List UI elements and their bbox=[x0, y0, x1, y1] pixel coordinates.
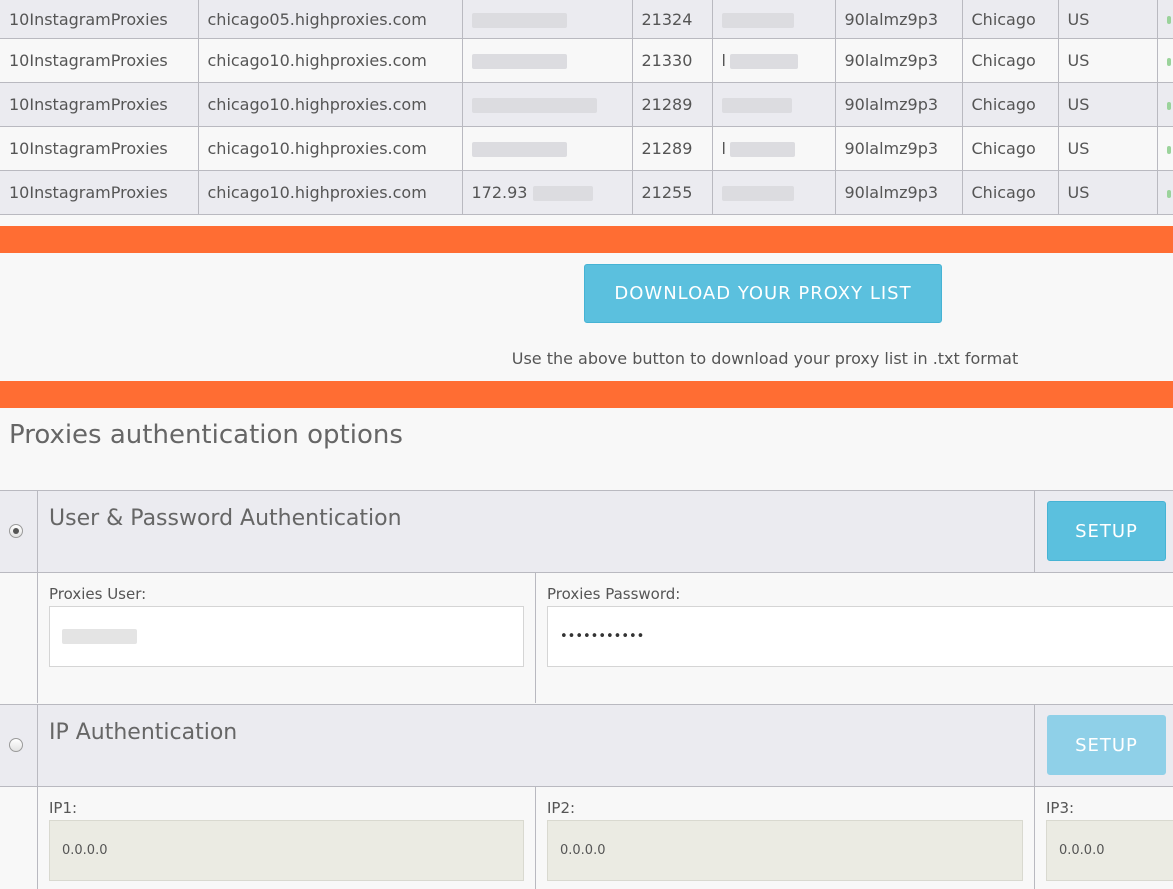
package-cell: 10InstagramProxies bbox=[0, 0, 199, 39]
host-cell: chicago10.highproxies.com bbox=[197, 38, 463, 83]
city-cell: Chicago bbox=[961, 0, 1059, 39]
proxies-user-input[interactable] bbox=[49, 606, 524, 667]
status-indicator-icon bbox=[1166, 189, 1171, 198]
redacted-user bbox=[729, 54, 798, 69]
status-cell bbox=[1156, 0, 1173, 39]
status-indicator-icon bbox=[1166, 57, 1171, 66]
password-mask: ••••••••••• bbox=[560, 629, 645, 644]
country-cell: US bbox=[1057, 0, 1158, 39]
city-cell: Chicago bbox=[961, 126, 1059, 171]
orange-divider bbox=[0, 381, 1173, 408]
password-cell: 90lalmz9p3 bbox=[834, 170, 963, 215]
ip1-input[interactable]: 0.0.0.0 bbox=[49, 820, 524, 881]
redacted-user bbox=[721, 98, 792, 113]
package-cell: 10InstagramProxies bbox=[0, 126, 199, 171]
orange-divider bbox=[0, 226, 1173, 253]
ip-cell bbox=[461, 0, 633, 39]
port-cell: 21255 bbox=[631, 170, 713, 215]
status-cell bbox=[1156, 126, 1173, 171]
table-row: 10InstagramProxies chicago10.highproxies… bbox=[0, 170, 1173, 215]
package-cell: 10InstagramProxies bbox=[0, 170, 199, 215]
user-cell: l bbox=[711, 38, 836, 83]
port-cell: 21330 bbox=[631, 38, 713, 83]
table-row: 10InstagramProxies chicago10.highproxies… bbox=[0, 82, 1173, 127]
status-indicator-icon bbox=[1166, 145, 1171, 154]
country-cell: US bbox=[1057, 126, 1158, 171]
city-cell: Chicago bbox=[961, 38, 1059, 83]
redacted-ip bbox=[471, 98, 597, 113]
table-row: 10InstagramProxies chicago05.highproxies… bbox=[0, 0, 1173, 39]
country-cell: US bbox=[1057, 170, 1158, 215]
port-cell: 21289 bbox=[631, 126, 713, 171]
redacted-user bbox=[721, 186, 794, 201]
auth-options-title: Proxies authentication options bbox=[9, 420, 403, 450]
user-pass-radio[interactable] bbox=[9, 524, 23, 538]
country-cell: US bbox=[1057, 38, 1158, 83]
status-cell bbox=[1156, 82, 1173, 127]
ip-auth-radio[interactable] bbox=[9, 738, 23, 752]
city-cell: Chicago bbox=[961, 170, 1059, 215]
ip-cell bbox=[461, 126, 633, 171]
status-cell bbox=[1156, 38, 1173, 83]
ip3-input[interactable]: 0.0.0.0 bbox=[1046, 820, 1173, 881]
status-indicator-icon bbox=[1166, 101, 1171, 110]
ip3-label: IP3: bbox=[1046, 799, 1075, 817]
package-cell: 10InstagramProxies bbox=[0, 38, 199, 83]
redacted-ip bbox=[471, 142, 567, 157]
user-cell bbox=[711, 82, 836, 127]
ip-cell bbox=[461, 82, 633, 127]
city-cell: Chicago bbox=[961, 82, 1059, 127]
proxies-user-label: Proxies User: bbox=[49, 585, 147, 603]
ip2-input[interactable]: 0.0.0.0 bbox=[547, 820, 1023, 881]
port-cell: 21324 bbox=[631, 0, 713, 39]
user-pass-auth-row: User & Password Authentication SETUP bbox=[0, 490, 1173, 573]
host-cell: chicago05.highproxies.com bbox=[197, 0, 463, 39]
country-cell: US bbox=[1057, 82, 1158, 127]
host-cell: chicago10.highproxies.com bbox=[197, 170, 463, 215]
host-cell: chicago10.highproxies.com bbox=[197, 82, 463, 127]
table-row: 10InstagramProxies chicago10.highproxies… bbox=[0, 126, 1173, 171]
ip2-label: IP2: bbox=[547, 799, 576, 817]
user-pass-fields: Proxies User: Proxies Password: ••••••••… bbox=[0, 573, 1173, 703]
redacted-user bbox=[721, 12, 794, 28]
redacted-ip bbox=[471, 12, 567, 28]
user-cell bbox=[711, 170, 836, 215]
table-row: 10InstagramProxies chicago10.highproxies… bbox=[0, 38, 1173, 83]
user-pass-setup-button[interactable]: SETUP bbox=[1047, 501, 1166, 561]
status-cell bbox=[1156, 170, 1173, 215]
redacted-ip bbox=[471, 54, 567, 69]
password-cell: 90lalmz9p3 bbox=[834, 82, 963, 127]
package-cell: 10InstagramProxies bbox=[0, 82, 199, 127]
port-cell: 21289 bbox=[631, 82, 713, 127]
download-help-text: Use the above button to download your pr… bbox=[511, 349, 1019, 368]
user-cell: l bbox=[711, 126, 836, 171]
ip-auth-row: IP Authentication SETUP bbox=[0, 704, 1173, 787]
password-cell: 90lalmz9p3 bbox=[834, 126, 963, 171]
ip-fields: IP1: 0.0.0.0 IP2: 0.0.0.0 IP3: 0.0.0.0 bbox=[0, 787, 1173, 889]
password-cell: 90lalmz9p3 bbox=[834, 38, 963, 83]
proxy-table: 10InstagramProxies chicago05.highproxies… bbox=[0, 0, 1173, 215]
ip-cell: 172.93 bbox=[461, 170, 633, 215]
redacted-username bbox=[62, 629, 137, 644]
password-cell: 90lalmz9p3 bbox=[834, 0, 963, 39]
proxies-password-label: Proxies Password: bbox=[547, 585, 681, 603]
ip-cell bbox=[461, 38, 633, 83]
status-indicator-icon bbox=[1166, 16, 1171, 24]
host-cell: chicago10.highproxies.com bbox=[197, 126, 463, 171]
ip-setup-button[interactable]: SETUP bbox=[1047, 715, 1166, 775]
redacted-user bbox=[729, 142, 795, 157]
user-cell bbox=[711, 0, 836, 39]
proxies-password-input[interactable]: ••••••••••• bbox=[547, 606, 1173, 667]
download-proxy-list-button[interactable]: DOWNLOAD YOUR PROXY LIST bbox=[584, 264, 942, 323]
ip-auth-label: IP Authentication bbox=[49, 720, 238, 745]
user-pass-auth-label: User & Password Authentication bbox=[49, 506, 402, 531]
redacted-ip bbox=[533, 186, 594, 201]
ip1-label: IP1: bbox=[49, 799, 78, 817]
